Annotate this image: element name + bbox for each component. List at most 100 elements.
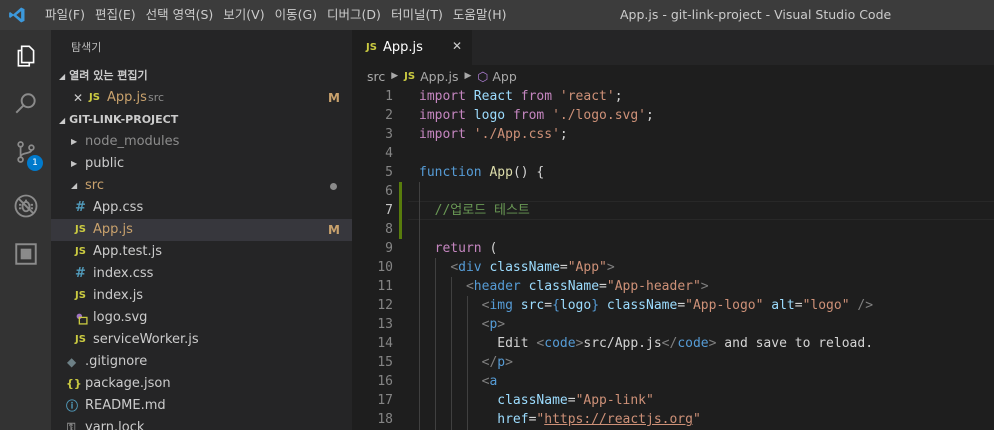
open-editor-folder: src	[148, 91, 165, 104]
debug-icon[interactable]	[0, 182, 51, 230]
menu-edit[interactable]: 편집(E)	[90, 0, 141, 30]
scm-count-badge: 1	[27, 155, 43, 171]
source-control-icon[interactable]	[0, 128, 51, 176]
tab-label: App.js	[382, 40, 423, 55]
tree-item-service-worker-js[interactable]: JS serviceWorker.js	[51, 329, 352, 351]
line-number: 7	[385, 203, 393, 218]
tree-item-index-css[interactable]: # index.css	[51, 263, 352, 285]
code-line[interactable]: 8	[352, 220, 994, 239]
menu-bar: 파일(F) 편집(E) 선택 영역(S) 보기(V) 이동(G) 디버그(D) …	[34, 0, 511, 30]
code-line[interactable]: 4	[352, 144, 994, 163]
breadcrumb-symbol[interactable]: App	[492, 69, 516, 84]
line-number: 11	[377, 279, 393, 294]
menu-file[interactable]: 파일(F)	[40, 0, 90, 30]
tree-item-src[interactable]: ◢ src	[51, 175, 352, 197]
code-line[interactable]: 14 Edit <code>src/App.js</code> and save…	[352, 334, 994, 353]
line-number: 14	[377, 336, 393, 351]
tree-item-readme-md[interactable]: ⓘ README.md	[51, 395, 352, 417]
code-line[interactable]: 3 import './App.css';	[352, 125, 994, 144]
search-icon[interactable]	[0, 80, 51, 128]
code-line[interactable]: 1 import React from 'react';	[352, 87, 994, 106]
line-number: 13	[377, 317, 393, 332]
line-number: 1	[385, 89, 393, 104]
chevron-down-icon: ◢	[71, 181, 78, 190]
tab-app-js[interactable]: JS App.js ✕	[352, 30, 472, 65]
tree-item-node-modules[interactable]: ▶ node_modules	[51, 131, 352, 153]
open-editor-item[interactable]: ✕ JS App.js src M	[51, 87, 352, 109]
code-text: return (	[434, 241, 498, 256]
code-line[interactable]: 17 className="App-link"	[352, 391, 994, 410]
code-line[interactable]: 11 <header className="App-header">	[352, 277, 994, 296]
breadcrumb-src[interactable]: src	[367, 69, 385, 84]
close-icon[interactable]: ✕	[452, 39, 462, 53]
chevron-right-icon: ▶	[391, 71, 399, 81]
code-line[interactable]: 15 </p>	[352, 353, 994, 372]
lock-file-icon: ⚿	[67, 421, 76, 430]
breadcrumb-file[interactable]: App.js	[420, 69, 458, 84]
js-file-icon: JS	[366, 42, 377, 53]
code-text: <div className="App">	[450, 260, 615, 275]
code-line[interactable]: 5 function App() {	[352, 163, 994, 182]
chevron-right-icon: ▶	[71, 159, 78, 168]
info-file-icon: ⓘ	[66, 399, 79, 413]
line-number: 2	[385, 108, 393, 123]
js-file-icon: JS	[75, 246, 86, 257]
code-text: </p>	[481, 355, 513, 370]
chevron-down-icon: ◢	[59, 116, 66, 125]
line-number: 18	[377, 412, 393, 427]
modified-badge: M	[328, 223, 340, 237]
menu-selection[interactable]: 선택 영역(S)	[141, 0, 219, 30]
menu-help[interactable]: 도움말(H)	[448, 0, 512, 30]
code-editor[interactable]: 1 import React from 'react'; 2 import logo …	[352, 87, 994, 430]
json-file-icon: {}	[66, 377, 82, 390]
tree-item-app-js[interactable]: JS App.js M	[51, 219, 352, 241]
tree-item-app-test-js[interactable]: JS App.test.js	[51, 241, 352, 263]
menu-view[interactable]: 보기(V)	[218, 0, 269, 30]
explorer-sidebar: 탐색기 ◢ 열려 있는 편집기 ✕ JS App.js src M ◢ GIT-LI…	[51, 30, 352, 430]
code-text: Edit <code>src/App.js</code> and save to…	[497, 336, 874, 351]
close-icon[interactable]: ✕	[73, 87, 83, 109]
line-number: 5	[385, 165, 393, 180]
code-line[interactable]: 10 <div className="App">	[352, 258, 994, 277]
line-number: 10	[377, 260, 393, 275]
code-text: function App() {	[419, 165, 545, 180]
git-file-icon: ◆	[67, 355, 77, 369]
line-number: 15	[377, 355, 393, 370]
extensions-icon[interactable]	[0, 230, 51, 278]
tree-item-public[interactable]: ▶ public	[51, 153, 352, 175]
vscode-logo-icon	[0, 0, 34, 30]
code-line[interactable]: 16 <a	[352, 372, 994, 391]
line-number: 8	[385, 222, 393, 237]
line-number: 6	[385, 184, 393, 199]
code-line[interactable]: 12 <img src={logo} className="App-logo" …	[352, 296, 994, 315]
code-line[interactable]: 18 href="https://reactjs.org"	[352, 410, 994, 429]
title-bar: 파일(F) 편집(E) 선택 영역(S) 보기(V) 이동(G) 디버그(D) …	[0, 0, 994, 30]
tree-item-index-js[interactable]: JS index.js	[51, 285, 352, 307]
open-editors-header[interactable]: ◢ 열려 있는 편집기	[51, 65, 352, 87]
activity-bar: 1	[0, 30, 51, 430]
code-line[interactable]: 7 //업로드 테스트	[352, 201, 994, 220]
project-header[interactable]: ◢ GIT-LINK-PROJECT	[51, 109, 352, 131]
code-line[interactable]: 9 return (	[352, 239, 994, 258]
menu-terminal[interactable]: 터미널(T)	[386, 0, 448, 30]
code-line[interactable]: 6	[352, 182, 994, 201]
code-text: <p>	[481, 317, 506, 332]
code-line[interactable]: 2 import logo from './logo.svg';	[352, 106, 994, 125]
symbol-icon: ⬡	[477, 68, 489, 84]
explorer-icon[interactable]	[0, 32, 51, 80]
chevron-right-icon: ▶	[464, 71, 472, 81]
menu-go[interactable]: 이동(G)	[270, 0, 322, 30]
code-line[interactable]: 13 <p>	[352, 315, 994, 334]
menu-debug[interactable]: 디버그(D)	[322, 0, 386, 30]
code-text: import './App.css';	[419, 127, 568, 142]
tree-item-package-json[interactable]: {} package.json	[51, 373, 352, 395]
tree-item-yarn-lock[interactable]: ⚿ yarn.lock	[51, 417, 352, 430]
tree-item-gitignore[interactable]: ◆ .gitignore	[51, 351, 352, 373]
code-text: className="App-link"	[497, 393, 654, 408]
tree-item-app-css[interactable]: # App.css	[51, 197, 352, 219]
code-text: <img src={logo} className="App-logo" alt…	[481, 298, 874, 313]
code-text: <a	[481, 374, 498, 389]
css-file-icon: #	[75, 200, 86, 215]
js-file-icon: JS	[75, 334, 86, 345]
tree-item-logo-svg[interactable]: logo.svg	[51, 307, 352, 329]
